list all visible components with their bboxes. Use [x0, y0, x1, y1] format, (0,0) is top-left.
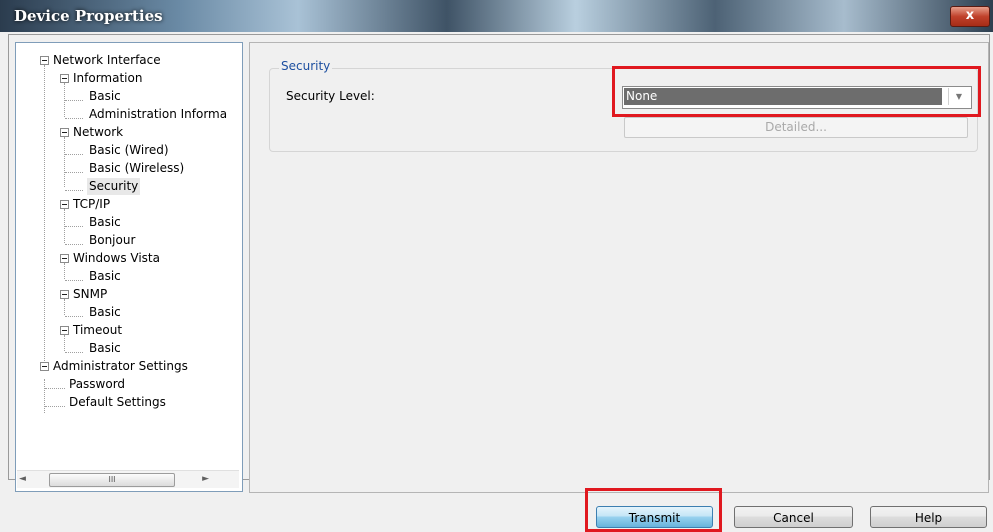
tree-item-tcpip-basic[interactable]: Basic: [89, 214, 121, 231]
security-level-label: Security Level:: [286, 89, 375, 103]
tree-item-network[interactable]: Network: [73, 124, 123, 141]
tree-item-administration-information[interactable]: Administration Informa: [89, 106, 227, 123]
dropdown-highlight-box: [612, 66, 981, 117]
tree-item-timeout-basic[interactable]: Basic: [89, 340, 121, 357]
collapse-icon[interactable]: [60, 254, 69, 263]
scrollbar-thumb[interactable]: III: [49, 473, 175, 487]
tree-item-windows-vista[interactable]: Windows Vista: [73, 250, 160, 267]
tree-item-administrator-settings[interactable]: Administrator Settings: [53, 358, 188, 375]
collapse-icon[interactable]: [60, 326, 69, 335]
scroll-left-icon[interactable]: ◄: [19, 474, 26, 484]
cancel-button[interactable]: Cancel: [734, 506, 853, 528]
collapse-icon[interactable]: [60, 74, 69, 83]
tree-horizontal-scrollbar[interactable]: ◄ III ►: [17, 470, 239, 488]
close-button[interactable]: x: [950, 6, 990, 27]
collapse-icon[interactable]: [40, 362, 49, 371]
device-properties-window: Device Properties x Network Interface In…: [0, 0, 993, 532]
tree-item-basic-wireless[interactable]: Basic (Wireless): [89, 160, 184, 177]
collapse-icon[interactable]: [60, 128, 69, 137]
collapse-icon[interactable]: [60, 290, 69, 299]
tree-item-default-settings[interactable]: Default Settings: [69, 394, 166, 411]
tree-item-snmp-basic[interactable]: Basic: [89, 304, 121, 321]
tree-item-information-basic[interactable]: Basic: [89, 88, 121, 105]
tree-item-windows-vista-basic[interactable]: Basic: [89, 268, 121, 285]
tree-item-security[interactable]: Security: [87, 178, 141, 195]
tree-item-snmp[interactable]: SNMP: [73, 286, 107, 303]
settings-tree[interactable]: Network Interface Information Basic Admi…: [15, 42, 243, 492]
tree-item-tcpip[interactable]: TCP/IP: [73, 196, 110, 213]
security-group-label: Security: [279, 59, 333, 73]
collapse-icon[interactable]: [40, 56, 49, 65]
window-title: Device Properties: [14, 7, 163, 25]
detailed-button: Detailed...: [624, 117, 968, 138]
transmit-highlight-box: [585, 488, 722, 532]
tree-item-bonjour[interactable]: Bonjour: [89, 232, 135, 249]
scroll-right-icon[interactable]: ►: [202, 474, 209, 484]
help-button[interactable]: Help: [870, 506, 987, 528]
collapse-icon[interactable]: [60, 200, 69, 209]
tree-item-timeout[interactable]: Timeout: [73, 322, 122, 339]
tree-item-password[interactable]: Password: [69, 376, 125, 393]
tree-item-network-interface[interactable]: Network Interface: [53, 52, 161, 69]
title-bar[interactable]: Device Properties x: [0, 0, 993, 32]
tree-item-information[interactable]: Information: [73, 70, 142, 87]
tree-item-basic-wired[interactable]: Basic (Wired): [89, 142, 169, 159]
